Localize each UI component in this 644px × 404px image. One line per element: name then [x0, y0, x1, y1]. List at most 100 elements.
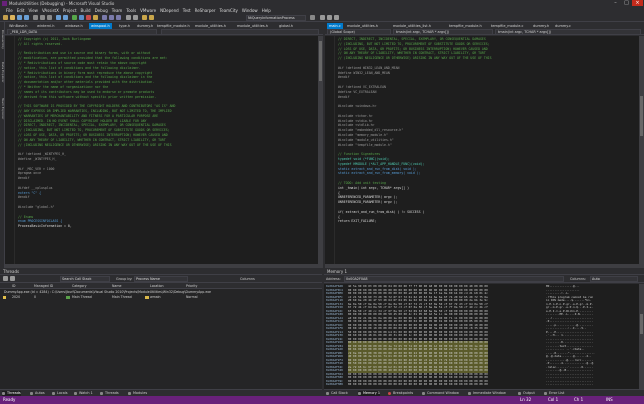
code-line[interactable]: #include "embedded_dll_resource.h": [338, 128, 403, 132]
menu-teamcity[interactable]: TeamCity: [219, 8, 237, 13]
code-line[interactable]: ProcessBasicInformation = 0,: [18, 224, 72, 228]
code-line[interactable]: #endif: [18, 176, 30, 180]
menu-debug[interactable]: Debug: [95, 8, 108, 13]
code-line[interactable]: typedef HMODULE (*ALT_APP_HANDLE_FUNC)(v…: [338, 162, 424, 166]
left-horizontal-scrollbar[interactable]: [5, 264, 318, 268]
process-row[interactable]: DummyApp.exe (id = 4284) : C:\Users\Jbur…: [4, 290, 211, 294]
col-id[interactable]: ID: [12, 284, 15, 288]
function-combo[interactable]: NtQueryInformationProcess: [246, 15, 306, 21]
search-call-stack-input[interactable]: Search Call Stack: [60, 276, 110, 282]
left-line-gutter[interactable]: [5, 36, 15, 268]
code-line[interactable]: // * Redistributions of source code must…: [18, 61, 147, 65]
maximize-button[interactable]: □: [621, 0, 632, 6]
code-line[interactable]: // * Redistributions in binary form must…: [18, 71, 152, 75]
copy-icon[interactable]: [40, 15, 45, 20]
code-line[interactable]: static extract_and_run_from_memory( void…: [338, 171, 421, 175]
memory-columns-combo[interactable]: Auto: [590, 276, 638, 282]
code-line[interactable]: // (INCLUDING, BUT NOT LIMITED TO, PROCU…: [18, 128, 170, 132]
code-line[interactable]: // names of its contributors may be used…: [18, 90, 154, 94]
code-line[interactable]: #include <stdlib.h>: [338, 123, 374, 127]
menu-vmware[interactable]: VMware: [140, 8, 156, 13]
code-line[interactable]: #include <windows.h>: [338, 104, 376, 108]
step-out-icon[interactable]: [116, 15, 121, 20]
code-line[interactable]: // documentation and/or other materials …: [18, 80, 154, 84]
redo-icon[interactable]: [63, 15, 68, 20]
code-line[interactable]: // (INCLUDING NEGLIGENCE OR OTHERWISE) A…: [18, 143, 172, 147]
code-line[interactable]: // ON ANY THEORY OF LIABILITY, WHETHER I…: [18, 138, 166, 142]
left-member-combo[interactable]: [161, 29, 319, 35]
step-into-icon[interactable]: [102, 15, 107, 20]
right-code-editor[interactable]: // DIRECT, INDIRECT, INCIDENTAL, SPECIAL…: [325, 36, 644, 268]
col-name[interactable]: Name: [112, 284, 121, 288]
thread-row[interactable]: 2020 0 Main Thread Main Thread wmain Nor…: [0, 295, 322, 300]
menu-resharper[interactable]: ReSharper: [195, 8, 216, 13]
code-line[interactable]: // ANY EXPRESS OR IMPLIED WARRANTIES, IN…: [18, 109, 172, 113]
code-line[interactable]: #if !defined _WINTYPES_H_: [18, 152, 66, 156]
code-line[interactable]: // ON ANY THEORY OF LIABILITY, WHETHER I…: [338, 51, 486, 55]
menu-view[interactable]: View: [28, 8, 38, 13]
code-line[interactable]: // * Neither the name of <organization> …: [18, 85, 108, 89]
menu-tools[interactable]: Tools: [126, 8, 136, 13]
code-line[interactable]: int _tmain( int argc, TCHAR* argv[] ): [338, 186, 409, 190]
right-scope-combo[interactable]: (Global Scope): [327, 29, 391, 35]
code-line[interactable]: {: [338, 215, 340, 219]
code-line[interactable]: extern "C" {: [18, 191, 41, 195]
undo-icon[interactable]: [56, 15, 61, 20]
col-location[interactable]: Location: [150, 284, 163, 288]
code-line[interactable]: // derived from this software without sp…: [18, 95, 156, 99]
properties-icon[interactable]: [327, 15, 332, 20]
memory-vertical-scrollbar[interactable]: [639, 284, 644, 389]
toolbox-icon[interactable]: [334, 15, 339, 20]
menu-file[interactable]: File: [6, 8, 13, 13]
break-all-icon[interactable]: [79, 15, 84, 20]
code-line[interactable]: enum PROCESSINFOCLASS {: [18, 219, 62, 223]
code-line[interactable]: return EXIT_FAILURE;: [338, 219, 376, 223]
save-all-icon[interactable]: [24, 15, 29, 20]
menu-ndepend[interactable]: NDepend: [160, 8, 179, 13]
col-managed-id[interactable]: Managed ID: [34, 284, 53, 288]
find-icon[interactable]: [126, 15, 131, 20]
code-line[interactable]: #include "global.h": [18, 205, 54, 209]
code-line[interactable]: #endif: [18, 195, 30, 199]
code-line[interactable]: // WARRANTIES OF MERCHANTABILITY AND FIT…: [18, 114, 158, 118]
save-icon[interactable]: [17, 15, 22, 20]
code-line[interactable]: // DISCLAIMED. IN NO EVENT SHALL COPYRIG…: [18, 119, 147, 123]
close-button[interactable]: ×: [632, 0, 643, 6]
code-line[interactable]: // (INCLUDING NEGLIGENCE OR OTHERWISE) A…: [338, 56, 492, 60]
address-input[interactable]: 0x00A2F0A8: [344, 276, 564, 282]
right-function-combo-2[interactable]: tmain(int argc, TCHAR * argv[]): [495, 29, 641, 35]
code-line[interactable]: // Redistribution and use in source and …: [18, 51, 150, 55]
combo-go-icon[interactable]: [310, 15, 315, 20]
code-line[interactable]: // (INCLUDING, BUT NOT LIMITED TO, PROCU…: [338, 42, 490, 46]
code-line[interactable]: #define WIN32_LEAN_AND_MEAN: [338, 71, 390, 75]
right-line-gutter[interactable]: [325, 36, 335, 268]
left-code-editor[interactable]: // Copyright (c) 2011, Jack Burlingame//…: [5, 36, 323, 268]
new-project-icon[interactable]: [3, 15, 8, 20]
code-line[interactable]: #endif: [338, 95, 350, 99]
code-line[interactable]: #include <stdio.h>: [338, 119, 373, 123]
bookmark-icon[interactable]: [133, 15, 138, 20]
menu-window[interactable]: Window: [242, 8, 258, 13]
col-priority[interactable]: Priority: [186, 284, 197, 288]
paste-icon[interactable]: [47, 15, 52, 20]
restart-icon[interactable]: [93, 15, 98, 20]
flag-icon[interactable]: [3, 276, 8, 281]
code-line[interactable]: static extract_and_run_from_disk( void )…: [338, 167, 417, 171]
code-line[interactable]: // LOSS OF USE, DATA, OR PROFITS; OR BUS…: [18, 133, 168, 137]
code-line[interactable]: // DIRECT, INDIRECT, INCIDENTAL, SPECIAL…: [18, 123, 166, 127]
code-line[interactable]: #include "module_utilities.h": [338, 138, 394, 142]
right-function-combo[interactable]: tmain(int argc, TCHAR * argv[]): [393, 29, 493, 35]
step-over-icon[interactable]: [109, 15, 114, 20]
menu-test[interactable]: Test: [183, 8, 191, 13]
code-line[interactable]: // Function Signatures: [338, 152, 380, 156]
continue-icon[interactable]: [72, 15, 77, 20]
code-line[interactable]: #ifdef __cplusplus: [18, 186, 53, 190]
code-line[interactable]: // DIRECT, INDIRECT, INCIDENTAL, SPECIAL…: [338, 37, 486, 41]
code-line[interactable]: typedef void (*FUNC)(void);: [338, 157, 390, 161]
memory-grid[interactable]: 0x00A2F0A8 4d 5a 90 00 03 00 00 00 04 00 …: [324, 284, 644, 389]
code-line[interactable]: // notice, this list of conditions and t…: [18, 75, 152, 79]
code-line[interactable]: // THIS SOFTWARE IS PROVIDED BY THE COPY…: [18, 104, 175, 108]
menu-edit[interactable]: Edit: [17, 8, 25, 13]
code-line[interactable]: #include "memory_module.h": [338, 133, 388, 137]
code-line[interactable]: #include "tempfile_module.h": [338, 143, 392, 147]
